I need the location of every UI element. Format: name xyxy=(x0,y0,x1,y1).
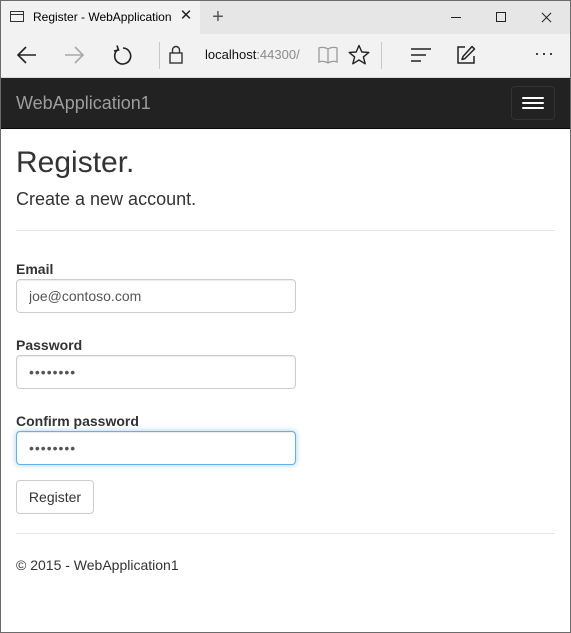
address-port: :44300/ xyxy=(256,47,300,62)
forward-arrow-icon xyxy=(65,46,85,64)
close-tab-icon[interactable]: ✕ xyxy=(177,7,195,25)
email-label: Email xyxy=(16,261,54,277)
hub-icon[interactable] xyxy=(410,46,432,64)
browser-tab[interactable]: Register - WebApplication1 ✕ xyxy=(1,1,200,34)
footer-text: © 2015 - WebApplication1 xyxy=(16,557,179,573)
back-arrow-icon xyxy=(16,46,36,64)
brand-link[interactable]: WebApplication1 xyxy=(16,93,151,114)
password-label: Password xyxy=(16,337,83,353)
page-subtitle: Create a new account. xyxy=(16,189,197,209)
browser-toolbar: localhost:44300/ ··· xyxy=(1,34,570,78)
page-title: Register. xyxy=(16,146,135,179)
more-icon[interactable]: ··· xyxy=(534,43,555,64)
pen-note-icon[interactable] xyxy=(456,45,476,65)
address-bar[interactable]: localhost:44300/ xyxy=(205,47,300,62)
forward-button[interactable] xyxy=(53,34,93,77)
star-icon[interactable] xyxy=(348,44,370,66)
minimize-button[interactable] xyxy=(433,1,478,34)
refresh-button[interactable] xyxy=(102,34,142,77)
toolbar-divider xyxy=(381,42,382,69)
hamburger-icon xyxy=(522,102,544,104)
close-window-button[interactable] xyxy=(523,1,568,34)
email-field[interactable] xyxy=(16,279,296,313)
refresh-icon xyxy=(113,45,132,65)
hamburger-icon xyxy=(522,97,544,99)
divider xyxy=(16,230,555,231)
page-icon xyxy=(10,11,24,22)
tab-title: Register - WebApplication1 xyxy=(33,10,171,24)
back-button[interactable] xyxy=(6,34,46,77)
confirm-password-label: Confirm password xyxy=(16,413,139,429)
maximize-button[interactable] xyxy=(478,1,523,34)
register-button[interactable]: Register xyxy=(16,480,94,514)
new-tab-button[interactable]: + xyxy=(208,6,228,28)
navbar-toggle-button[interactable] xyxy=(511,86,555,120)
confirm-password-field[interactable] xyxy=(16,431,296,465)
title-bar: Register - WebApplication1 ✕ + xyxy=(1,1,570,34)
password-field[interactable] xyxy=(16,355,296,389)
lock-icon xyxy=(169,45,183,64)
divider xyxy=(16,533,555,534)
site-navbar: WebApplication1 xyxy=(1,78,570,129)
browser-window: Register - WebApplication1 ✕ + localhost… xyxy=(0,0,571,633)
hamburger-icon xyxy=(522,107,544,109)
toolbar-divider xyxy=(159,42,160,69)
address-host: localhost xyxy=(205,47,257,62)
book-icon[interactable] xyxy=(317,45,339,65)
